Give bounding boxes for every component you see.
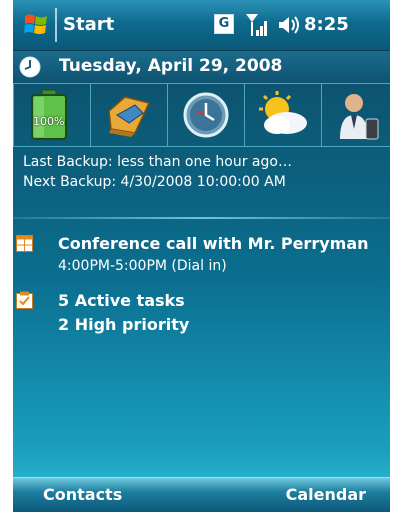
date-row[interactable]: Tuesday, April 29, 2008 <box>13 51 390 84</box>
weather-tile[interactable] <box>244 83 322 147</box>
appointment-title: Conference call with Mr. Perryman <box>58 234 369 253</box>
signal-strength-icon[interactable] <box>244 12 270 38</box>
date-text: Tuesday, April 29, 2008 <box>59 56 283 76</box>
contacts-softkey[interactable]: Contacts <box>43 485 122 504</box>
gprs-indicator[interactable]: G <box>214 14 234 34</box>
start-label: Start <box>63 14 115 35</box>
calendar-softkey[interactable]: Calendar <box>286 485 366 504</box>
quick-icons-row: 100% <box>13 83 390 148</box>
folder-tile[interactable] <box>90 83 168 147</box>
start-separator <box>55 8 57 42</box>
section-divider <box>13 217 390 219</box>
contact-icon <box>340 94 379 140</box>
folder-icon <box>108 96 151 137</box>
active-tasks-text: 5 Active tasks <box>58 291 185 310</box>
clock-icon <box>19 56 41 78</box>
calendar-icon <box>16 235 33 252</box>
battery-tile[interactable]: 100% <box>13 83 91 147</box>
appointment-item[interactable]: Conference call with Mr. Perryman 4:00PM… <box>13 230 390 280</box>
backup-info[interactable]: Last Backup: less than one hour ago… Nex… <box>23 152 292 192</box>
title-bar: Start G 8:25 <box>13 0 390 51</box>
today-screen: Start G 8:25 Tuesday, April 29, 2008 100… <box>13 0 390 512</box>
tasks-item[interactable]: 5 Active tasks 2 High priority <box>13 288 390 338</box>
clock-tile[interactable] <box>167 83 245 147</box>
next-backup-text: Next Backup: 4/30/2008 10:00:00 AM <box>23 174 286 190</box>
windows-flag-icon <box>24 14 47 34</box>
softkey-bar: Contacts Calendar <box>13 477 390 512</box>
task-icon <box>16 291 33 309</box>
appointment-time: 4:00PM-5:00PM (Dial in) <box>58 258 227 274</box>
clock-text[interactable]: 8:25 <box>304 14 349 35</box>
volume-icon[interactable] <box>277 12 301 38</box>
alarm-clock-icon <box>183 92 229 138</box>
high-priority-text: 2 High priority <box>58 315 190 334</box>
start-button[interactable]: Start <box>13 0 115 50</box>
battery-percent: 100% <box>33 115 65 128</box>
last-backup-text: Last Backup: less than one hour ago… <box>23 154 292 170</box>
contact-tile[interactable] <box>321 83 390 147</box>
weather-icon <box>259 91 307 134</box>
